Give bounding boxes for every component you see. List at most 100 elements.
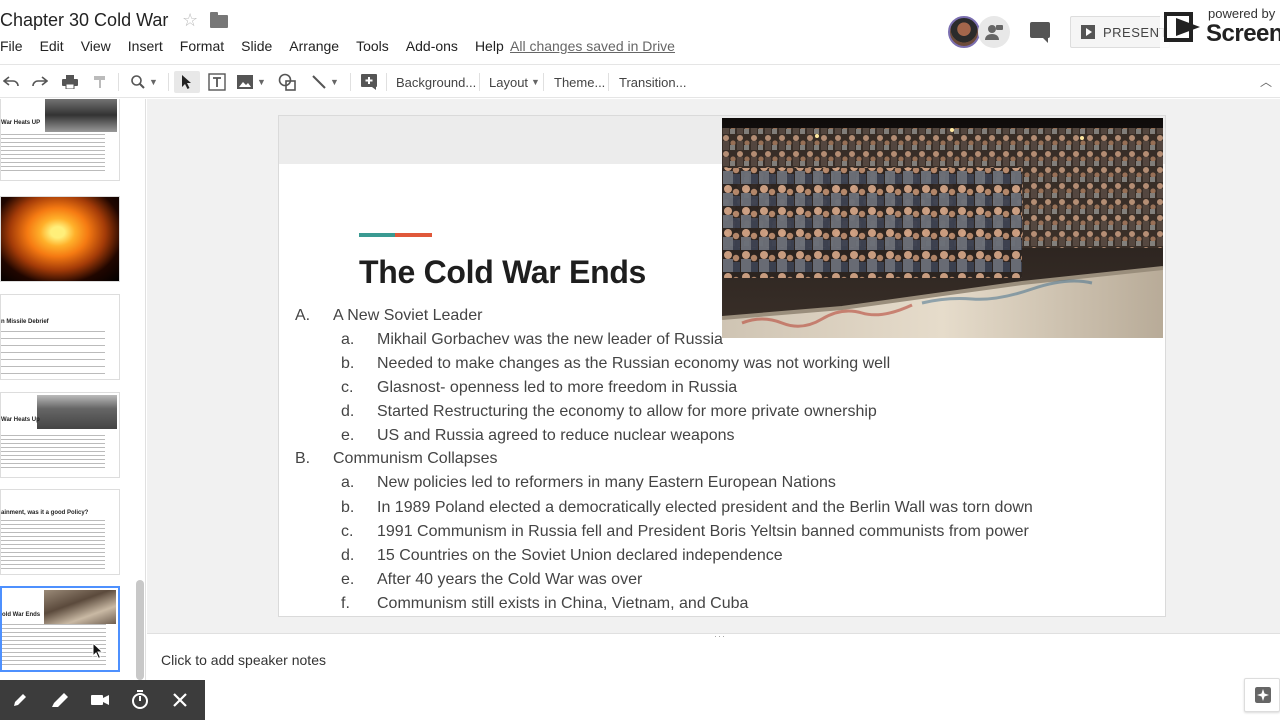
thumbnail-explosion-image [1, 197, 119, 281]
menu-edit[interactable]: Edit [40, 38, 64, 56]
paint-format-icon[interactable] [90, 71, 110, 93]
shape-icon[interactable] [276, 71, 298, 93]
list-text: 1991 Communism in Russia fell and Presid… [377, 523, 1029, 540]
list-item: c. Glasnost- openness led to more freedom… [341, 376, 737, 400]
close-icon[interactable] [160, 680, 200, 720]
title-accent-bar [359, 233, 432, 237]
speaker-notes-placeholder[interactable]: Click to add speaker notes [161, 652, 326, 668]
toolbar-separator [608, 73, 609, 91]
timer-icon[interactable] [120, 680, 160, 720]
slide-title[interactable]: The Cold War Ends [359, 254, 646, 291]
layout-button[interactable]: Layout ▼ [483, 71, 546, 93]
undo-icon[interactable] [2, 71, 20, 93]
menu-format[interactable]: Format [180, 38, 224, 56]
list-marker: d. [341, 547, 355, 564]
slide-thumbnail[interactable]: ainment, was it a good Policy? [0, 489, 120, 575]
star-icon[interactable]: ☆ [182, 10, 198, 31]
list-marker: B. [295, 450, 311, 467]
menu-help[interactable]: Help [475, 38, 504, 56]
list-item: b. In 1989 Poland elected a democraticall… [341, 496, 1033, 520]
slide-canvas[interactable]: The Cold War Ends A. A New Soviet Leader … [279, 116, 1165, 616]
save-status-link[interactable]: All changes saved in Drive [510, 38, 675, 54]
list-item: f. Communism still exists in China, Vietn… [341, 592, 748, 616]
present-button[interactable]: PRESENT [1070, 16, 1170, 48]
berlin-wall-photo[interactable] [722, 118, 1163, 338]
highlighter-icon[interactable] [40, 680, 80, 720]
list-marker: d. [341, 403, 355, 420]
list-marker: f. [341, 595, 350, 612]
list-item: d. 15 Countries on the Soviet Union decla… [341, 544, 783, 568]
transition-button[interactable]: Transition... [613, 71, 692, 93]
thumbnail-photo [45, 99, 117, 132]
slide-thumbnail[interactable]: n Missile Debrief [0, 294, 120, 380]
collapse-toolbar-icon[interactable]: ︿ [1260, 73, 1272, 90]
filmstrip-scrollbar[interactable] [136, 580, 144, 680]
toolbar-separator [543, 73, 544, 91]
toolbar-separator [168, 73, 169, 91]
text-box-icon[interactable] [206, 71, 228, 93]
line-icon[interactable]: ▼ [306, 71, 344, 93]
menu-view[interactable]: View [81, 38, 111, 56]
list-item: a. New policies led to reformers in many … [341, 471, 836, 495]
list-marker: e. [341, 571, 355, 588]
folder-icon[interactable] [210, 12, 228, 28]
document-title[interactable]: Chapter 30 Cold War [0, 10, 168, 31]
menu-addons[interactable]: Add-ons [406, 38, 458, 56]
thumbnail-title: n Missile Debrief [1, 319, 49, 325]
list-text: US and Russia agreed to reduce nuclear w… [377, 427, 735, 444]
menu-bar: File Edit View Insert Format Slide Arran… [0, 38, 521, 56]
camera-icon[interactable] [80, 680, 120, 720]
add-comment-icon[interactable] [358, 71, 380, 93]
present-label: PRESENT [1103, 24, 1168, 40]
image-icon[interactable]: ▼ [234, 71, 268, 93]
pen-icon[interactable] [0, 680, 40, 720]
menu-slide[interactable]: Slide [241, 38, 272, 56]
slide-thumbnail[interactable]: War Heats UP [0, 99, 120, 181]
user-avatar[interactable] [948, 16, 980, 48]
watermark-powered-by: powered by [1208, 6, 1276, 21]
drag-grip-icon: ··· [714, 631, 726, 641]
slide-filmstrip[interactable]: War Heats UP n Missile Debrief War Heats… [0, 99, 146, 680]
list-text: Mikhail Gorbachev was the new leader of … [377, 331, 723, 348]
accent-teal [359, 233, 395, 237]
thumbnail-title: old War Ends [2, 612, 41, 618]
list-marker: b. [341, 355, 355, 372]
background-button[interactable]: Background... [390, 71, 482, 93]
list-marker: A. [295, 307, 311, 324]
list-marker: c. [341, 379, 354, 396]
list-text: Started Restructuring the economy to all… [377, 403, 877, 420]
thumbnail-text-lines [1, 520, 105, 572]
list-marker: e. [341, 427, 355, 444]
slide-thumbnail[interactable] [0, 196, 120, 282]
menu-tools[interactable]: Tools [356, 38, 389, 56]
accent-orange [395, 233, 432, 237]
slide-thumbnail[interactable]: War Heats Up [0, 392, 120, 478]
menu-file[interactable]: File [0, 38, 23, 56]
mouse-cursor-icon [92, 642, 104, 660]
explore-button[interactable] [1244, 678, 1280, 712]
zoom-icon[interactable]: ▼ [126, 71, 162, 93]
thumbnail-text-lines [1, 134, 105, 174]
select-tool-icon[interactable] [174, 71, 200, 93]
list-marker: a. [341, 474, 355, 491]
outline-item-b: B. Communism Collapses [295, 447, 498, 471]
menu-insert[interactable]: Insert [128, 38, 163, 56]
anonymous-viewer-icon[interactable] [978, 16, 1010, 48]
list-text: In 1989 Poland elected a democratically … [377, 499, 1033, 516]
toolbar-separator [479, 73, 480, 91]
print-icon[interactable] [60, 71, 80, 93]
speaker-notes-panel[interactable]: Click to add speaker notes [147, 641, 1280, 720]
notes-resize-handle[interactable]: ··· [147, 631, 1280, 641]
comments-icon[interactable] [1030, 22, 1050, 43]
list-text: New policies led to reformers in many Ea… [377, 474, 836, 491]
thumbnail-text-lines [1, 331, 105, 377]
theme-button[interactable]: Theme... [548, 71, 611, 93]
list-text: Communism still exists in China, Vietnam… [377, 595, 749, 612]
watermark-brand: Screen [1206, 20, 1280, 47]
list-item: d. Started Restructuring the economy to a… [341, 400, 877, 424]
thumbnail-title: ainment, was it a good Policy? [1, 510, 89, 516]
list-item: a. Mikhail Gorbachev was the new leader o… [341, 328, 723, 352]
redo-icon[interactable] [30, 71, 50, 93]
list-text: Glasnost- openness led to more freedom i… [377, 379, 738, 396]
menu-arrange[interactable]: Arrange [289, 38, 339, 56]
